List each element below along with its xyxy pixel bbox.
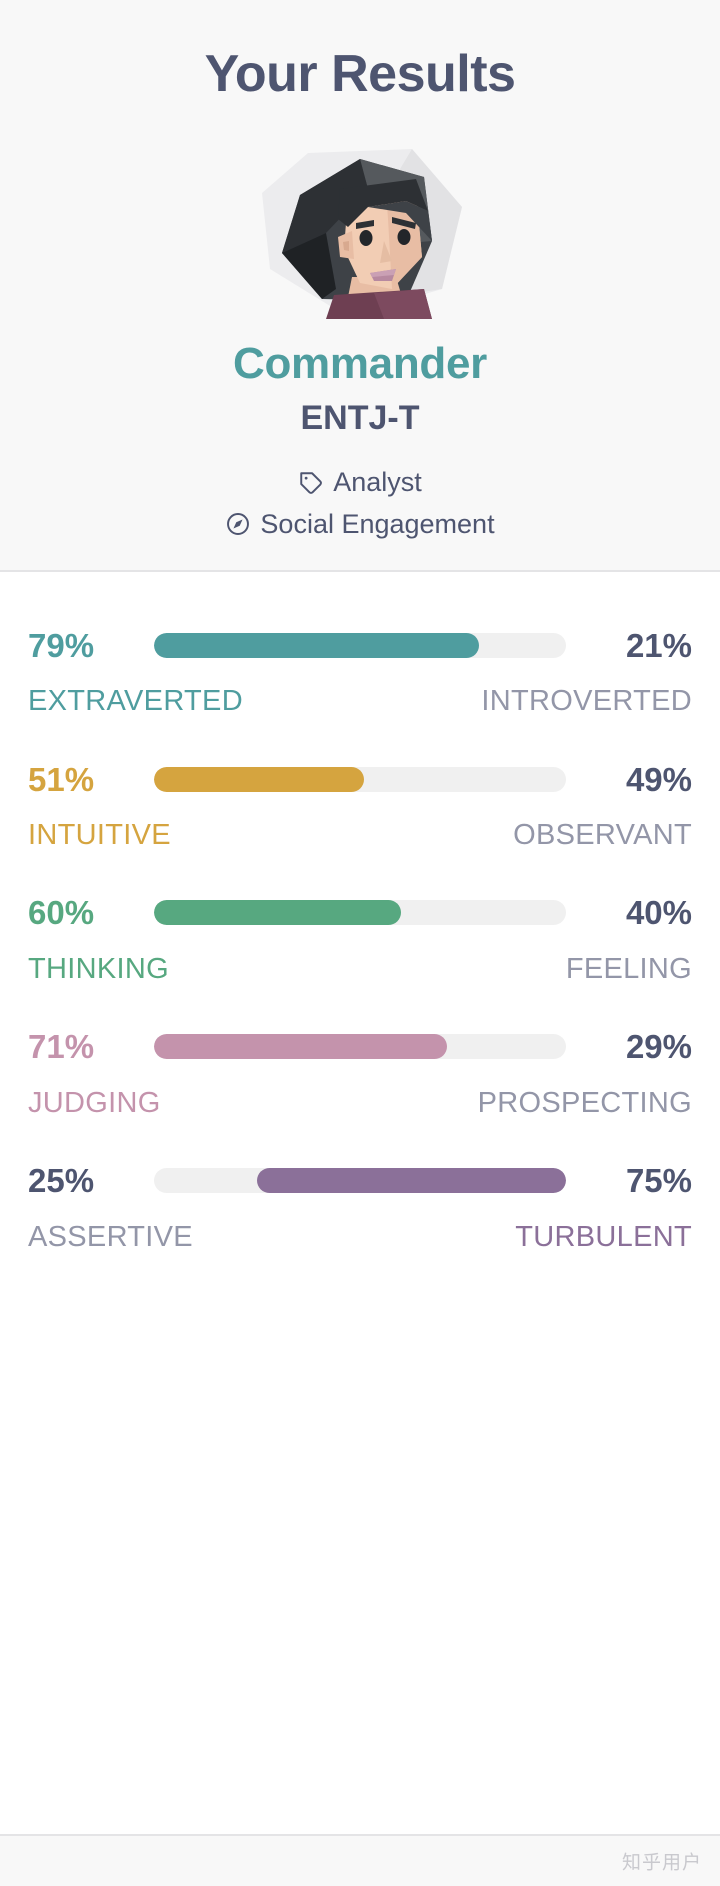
trait-left-percent: 51%: [28, 760, 95, 798]
trait-label-group: EXTRAVERTED INTROVERTED: [28, 685, 692, 718]
trait-right-percent: 49%: [625, 760, 692, 798]
meta-row-strategy[interactable]: Social Engagement: [225, 508, 495, 540]
trait-left-percent: 79%: [28, 626, 95, 664]
trait-bar-track: [154, 1034, 566, 1060]
trait-label-group: JUDGING PROSPECTING: [28, 1086, 692, 1120]
personality-type-code: ENTJ-T: [300, 399, 420, 438]
trait-left-label: ASSERTIVE: [28, 1220, 193, 1253]
trait-label-group: THINKING FEELING: [28, 952, 692, 986]
trait-bar-fill: [257, 1168, 566, 1194]
trait-label-group: INTUITIVE OBSERVANT: [28, 819, 692, 852]
avatar: [0, 149, 720, 320]
footer: 知乎用户: [0, 1834, 720, 1886]
commander-avatar-illustration: [262, 149, 462, 320]
trait-row: 71% 29% JUDGING PROSPECTING: [0, 1026, 720, 1120]
trait-bar-track: [154, 632, 566, 658]
trait-bar-group: 71% 29%: [28, 1026, 692, 1068]
results-page: Your Results Commander ENTJ-T Analyst So…: [0, 0, 720, 1886]
trait-bar-track: [154, 900, 566, 926]
trait-list: 79% 21% EXTRAVERTED INTROVERTED 51% 49%: [0, 572, 720, 1834]
trait-bar-fill: [154, 766, 365, 792]
trait-row: 60% 40% THINKING FEELING: [0, 892, 720, 986]
trait-bar-fill: [154, 1034, 447, 1060]
trait-left-percent: 60%: [28, 894, 95, 932]
trait-bar-track: [154, 1168, 566, 1194]
trait-left-percent: 25%: [28, 1162, 95, 1200]
trait-bar-fill: [154, 632, 480, 658]
trait-right-percent: 40%: [625, 894, 692, 932]
trait-left-percent: 71%: [28, 1028, 95, 1066]
page-title: Your Results: [204, 45, 516, 103]
trait-right-percent: 21%: [625, 626, 692, 664]
trait-left-label: INTUITIVE: [28, 819, 171, 852]
trait-right-percent: 29%: [625, 1028, 692, 1066]
trait-bar-group: 60% 40%: [28, 892, 692, 934]
meta-label-strategy: Social Engagement: [260, 508, 495, 539]
trait-right-percent: 75%: [625, 1162, 692, 1200]
trait-row: 79% 21% EXTRAVERTED INTROVERTED: [0, 624, 720, 718]
trait-label-group: ASSERTIVE TURBULENT: [28, 1220, 692, 1254]
personality-type-name: Commander: [232, 339, 488, 389]
trait-left-label: JUDGING: [28, 1086, 161, 1119]
trait-bar-group: 51% 49%: [28, 758, 692, 800]
trait-right-label: TURBULENT: [515, 1220, 692, 1253]
trait-bar-group: 79% 21%: [28, 624, 692, 666]
meta-row-role[interactable]: Analyst: [298, 466, 422, 498]
trait-right-label: OBSERVANT: [513, 819, 692, 852]
trait-right-label: INTROVERTED: [481, 685, 692, 718]
watermark: 知乎用户: [621, 1851, 702, 1874]
trait-left-label: THINKING: [28, 952, 169, 985]
trait-bar-fill: [154, 900, 402, 926]
trait-bar-track: [154, 766, 566, 792]
trait-row: 51% 49% INTUITIVE OBSERVANT: [0, 758, 720, 852]
trait-bar-group: 25% 75%: [28, 1160, 692, 1202]
tag-icon: [298, 470, 324, 496]
compass-icon: [225, 511, 251, 537]
trait-left-label: EXTRAVERTED: [28, 685, 243, 718]
meta-list: Analyst Social Engagement: [0, 466, 720, 540]
trait-right-label: PROSPECTING: [477, 1086, 692, 1119]
trait-row: 25% 75% ASSERTIVE TURBULENT: [0, 1160, 720, 1254]
trait-right-label: FEELING: [565, 952, 692, 985]
meta-label-role: Analyst: [333, 467, 422, 498]
results-header: Your Results Commander ENTJ-T Analyst So…: [0, 0, 720, 573]
